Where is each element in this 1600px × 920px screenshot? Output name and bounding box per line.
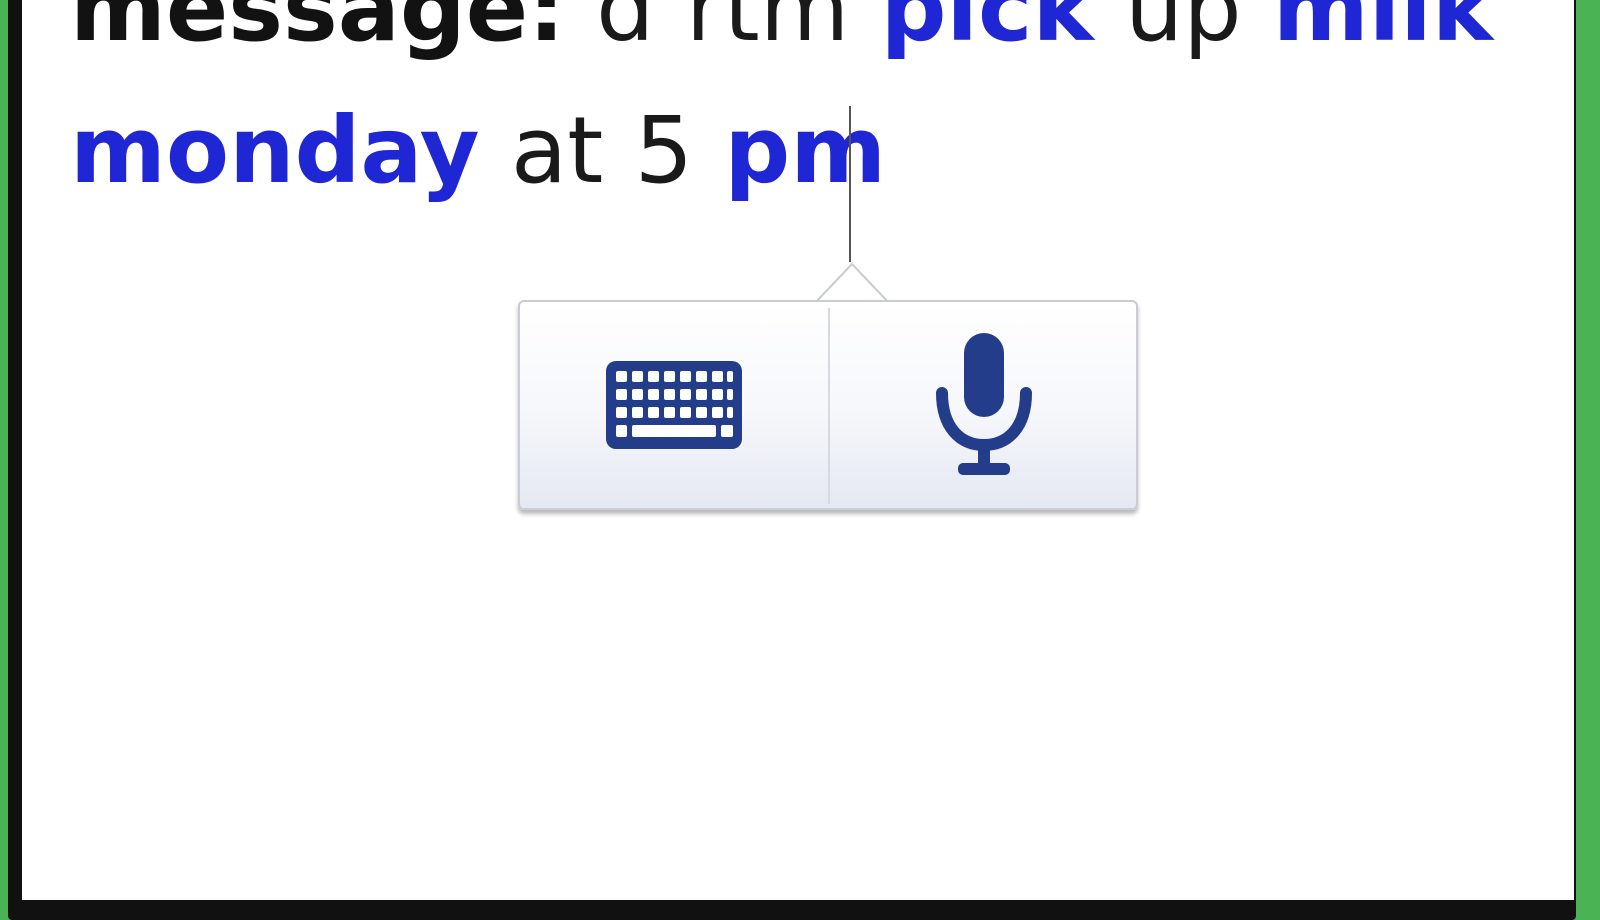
voice-input-button[interactable] [830,302,1138,508]
message-token: d rtm [596,0,850,62]
message-token: at 5 [510,97,694,204]
message-input[interactable]: message: d rtm pick up milk monday at 5 … [70,0,1540,222]
message-screen: message: d rtm pick up milk monday at 5 … [22,0,1574,900]
microphone-icon [936,333,1032,475]
text-cursor [849,106,851,262]
message-keyword: pm [724,97,887,204]
message-token: up [1124,0,1242,62]
message-label: message: [70,0,565,62]
message-keyword: pick [880,0,1094,62]
keyboard-icon [606,361,742,449]
message-keyword: milk [1272,0,1494,62]
message-keyword: monday [70,97,480,204]
input-method-popup [518,300,1138,510]
keyboard-button[interactable] [520,302,828,508]
